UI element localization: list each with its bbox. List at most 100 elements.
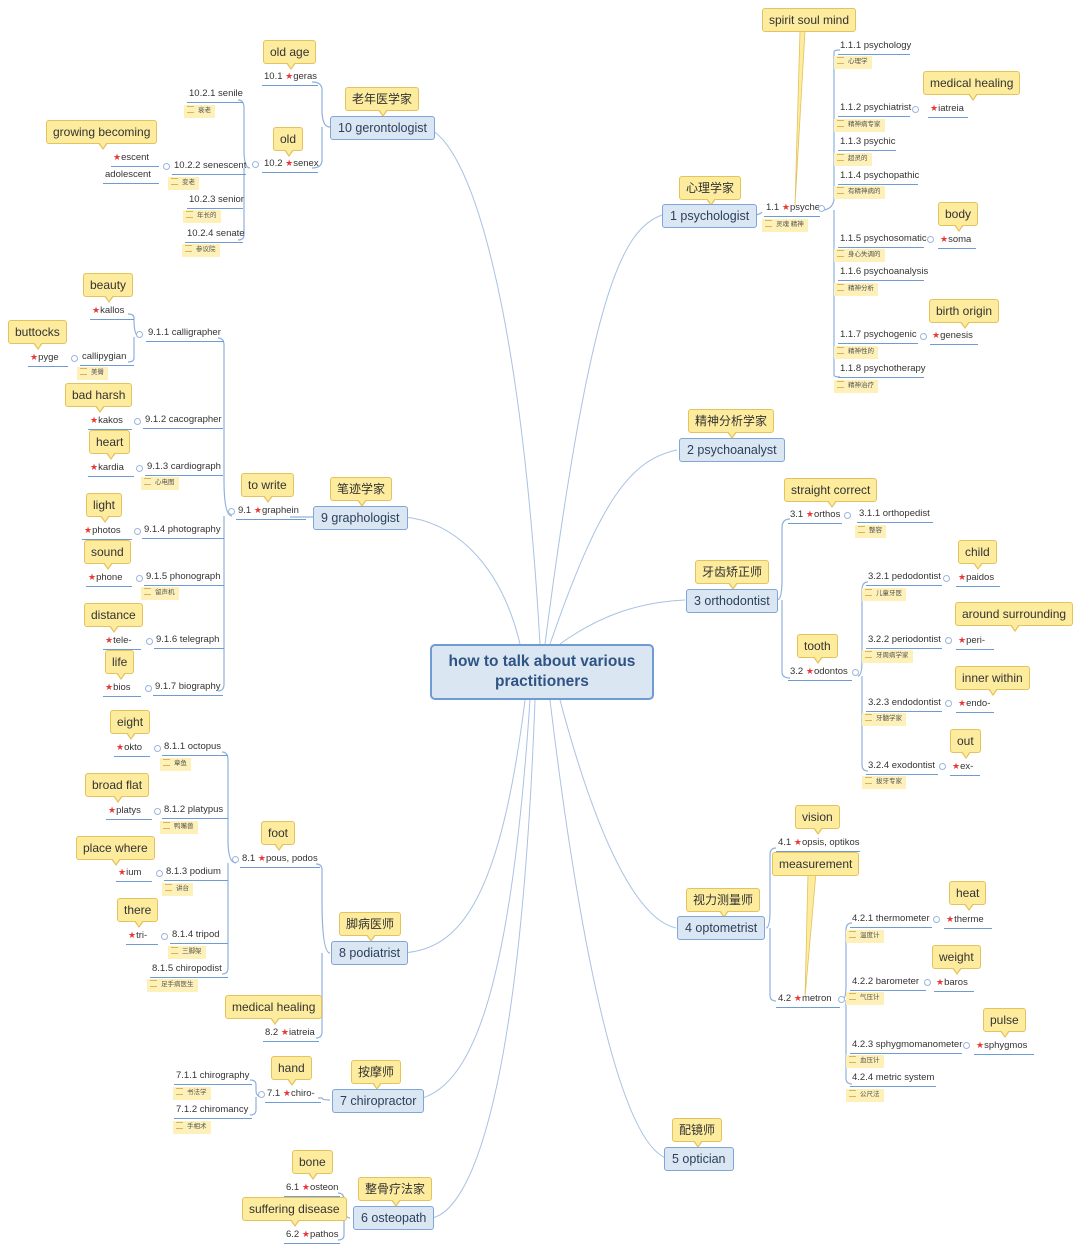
collapse-toggle[interactable] [154, 745, 161, 752]
collapse-toggle[interactable] [136, 331, 143, 338]
central-topic[interactable]: how to talk about various practitioners [430, 644, 654, 700]
note-7-1-2[interactable]: 手相术 [173, 1121, 211, 1134]
root-paidos[interactable]: ★paidos [956, 571, 1000, 587]
note-9-1-5[interactable]: 留声机 [141, 587, 179, 600]
topic-1-1-7[interactable]: 1.1.7 psychogenic [838, 329, 918, 344]
collapse-toggle[interactable] [136, 575, 143, 582]
topic-10-2-1[interactable]: 10.2.1 senile [187, 88, 243, 103]
root-kakos[interactable]: ★kakos [88, 414, 132, 430]
root-okto[interactable]: ★okto [114, 741, 150, 757]
topic-adolescent[interactable]: adolescent [103, 169, 159, 184]
root-photos[interactable]: ★photos [82, 524, 132, 540]
root-therme[interactable]: ★therme [944, 913, 992, 929]
root-ex[interactable]: ★ex- [950, 760, 980, 776]
root-phone[interactable]: ★phone [86, 571, 132, 587]
topic-10-2-3[interactable]: 10.2.3 senior [187, 194, 244, 209]
root-tele[interactable]: ★tele- [103, 634, 141, 650]
topic-3-2[interactable]: 3.2 ★odontos [788, 665, 852, 681]
branch-orthodontist[interactable]: 3 orthodontist [686, 589, 778, 613]
collapse-toggle[interactable] [146, 638, 153, 645]
root-escent[interactable]: ★escent [111, 151, 159, 167]
topic-3-2-1[interactable]: 3.2.1 pedodontist [866, 571, 942, 586]
note-3-2-4[interactable]: 拔牙专家 [862, 776, 906, 789]
note-3-2-3[interactable]: 牙髓学家 [862, 713, 906, 726]
note-8-1-2[interactable]: 鸭嘴兽 [160, 821, 198, 834]
note-1-1-8[interactable]: 精神治疗 [834, 380, 878, 393]
topic-3-2-2[interactable]: 3.2.2 periodontist [866, 634, 942, 649]
note-9-1-3[interactable]: 心电图 [141, 477, 179, 490]
collapse-toggle[interactable] [912, 106, 919, 113]
topic-8-1-5[interactable]: 8.1.5 chiropodist [150, 963, 228, 978]
topic-4-2-1[interactable]: 4.2.1 thermometer [850, 913, 932, 928]
collapse-toggle[interactable] [134, 418, 141, 425]
note-1-1-7[interactable]: 精神性的 [834, 346, 878, 359]
note-1-1-4[interactable]: 有精神病的 [834, 186, 885, 199]
topic-1-1-5[interactable]: 1.1.5 psychosomatic [838, 233, 927, 248]
collapse-toggle[interactable] [933, 916, 940, 923]
note-1-1-6[interactable]: 精神分析 [834, 283, 878, 296]
branch-optician[interactable]: 5 optician [664, 1147, 734, 1171]
topic-callipygian[interactable]: callipygian [80, 351, 134, 366]
topic-9-1-7[interactable]: 9.1.7 biography [153, 681, 223, 696]
note-7-1-1[interactable]: 书法学 [173, 1087, 211, 1100]
collapse-toggle[interactable] [920, 333, 927, 340]
collapse-toggle[interactable] [154, 808, 161, 815]
branch-psychologist[interactable]: 1 psychologist [662, 204, 758, 228]
root-ium[interactable]: ★ium [116, 866, 152, 882]
collapse-toggle[interactable] [943, 575, 950, 582]
root-endo[interactable]: ★endo- [956, 697, 994, 713]
topic-10-2-2[interactable]: 10.2.2 senescent [172, 160, 246, 175]
topic-4-2-3[interactable]: 4.2.3 sphygmomanometer [850, 1039, 962, 1054]
note-10-2-2[interactable]: 变老 [168, 177, 199, 190]
collapse-toggle[interactable] [136, 465, 143, 472]
collapse-toggle[interactable] [939, 763, 946, 770]
note-1-1-5[interactable]: 身心失调的 [834, 249, 885, 262]
branch-osteopath[interactable]: 6 osteopath [353, 1206, 435, 1230]
topic-1-1-3[interactable]: 1.1.3 psychic [838, 136, 896, 151]
topic-3-1-1[interactable]: 3.1.1 orthopedist [857, 508, 933, 523]
topic-7-1-2[interactable]: 7.1.2 chiromancy [174, 1104, 252, 1119]
topic-9-1-3[interactable]: 9.1.3 cardiograph [145, 461, 223, 476]
root-pyge[interactable]: ★pyge [28, 351, 68, 367]
topic-6-2[interactable]: 6.2 ★pathos [284, 1228, 340, 1244]
collapse-toggle[interactable] [252, 161, 259, 168]
topic-4-2-2[interactable]: 4.2.2 barometer [850, 976, 926, 991]
collapse-toggle[interactable] [852, 669, 859, 676]
branch-gerontologist[interactable]: 10 gerontologist [330, 116, 435, 140]
note-3-2-1[interactable]: 儿童牙医 [862, 588, 906, 601]
branch-podiatrist[interactable]: 8 podiatrist [331, 941, 409, 965]
topic-10-2[interactable]: 10.2 ★senex [262, 157, 319, 173]
note-1-1-2[interactable]: 精神病专家 [834, 119, 885, 132]
collapse-toggle[interactable] [163, 163, 170, 170]
topic-1-1-2[interactable]: 1.1.2 psychiatrist [838, 102, 911, 117]
collapse-toggle[interactable] [145, 685, 152, 692]
topic-3-2-3[interactable]: 3.2.3 endodontist [866, 697, 942, 712]
topic-3-2-4[interactable]: 3.2.4 exodontist [866, 760, 938, 775]
topic-8-2[interactable]: 8.2 ★iatreia [263, 1026, 319, 1042]
topic-1-1-4[interactable]: 1.1.4 psychopathic [838, 170, 919, 185]
note-8-1-1[interactable]: 章鱼 [160, 758, 191, 771]
collapse-toggle[interactable] [232, 856, 239, 863]
collapse-toggle[interactable] [258, 1091, 265, 1098]
topic-9-1-6[interactable]: 9.1.6 telegraph [154, 634, 224, 649]
note-1-1-3[interactable]: 超灵的 [834, 153, 872, 166]
collapse-toggle[interactable] [818, 205, 825, 212]
note-4-2-3[interactable]: 血压计 [846, 1055, 884, 1068]
collapse-toggle[interactable] [945, 637, 952, 644]
topic-10-2-4[interactable]: 10.2.4 senate [185, 228, 245, 243]
topic-1-1-6[interactable]: 1.1.6 psychoanalysis [838, 266, 928, 281]
topic-4-2-4[interactable]: 4.2.4 metric system [850, 1072, 936, 1087]
note-10-2-3[interactable]: 年长的 [183, 210, 221, 223]
note-4-2-4[interactable]: 公尺法 [846, 1089, 884, 1102]
collapse-toggle[interactable] [134, 528, 141, 535]
root-kallos[interactable]: ★kallos [90, 304, 134, 320]
branch-chiropractor[interactable]: 7 chiropractor [332, 1089, 425, 1113]
root-genesis[interactable]: ★genesis [930, 329, 978, 345]
topic-9-1[interactable]: 9.1 ★graphein [236, 504, 306, 520]
collapse-toggle[interactable] [838, 996, 845, 1003]
topic-10-1[interactable]: 10.1 ★geras [262, 70, 318, 86]
collapse-toggle[interactable] [927, 236, 934, 243]
topic-8-1[interactable]: 8.1 ★pous, podos [240, 852, 320, 868]
root-kardia[interactable]: ★kardia [88, 461, 134, 477]
note-8-1-3[interactable]: 讲台 [162, 883, 193, 896]
